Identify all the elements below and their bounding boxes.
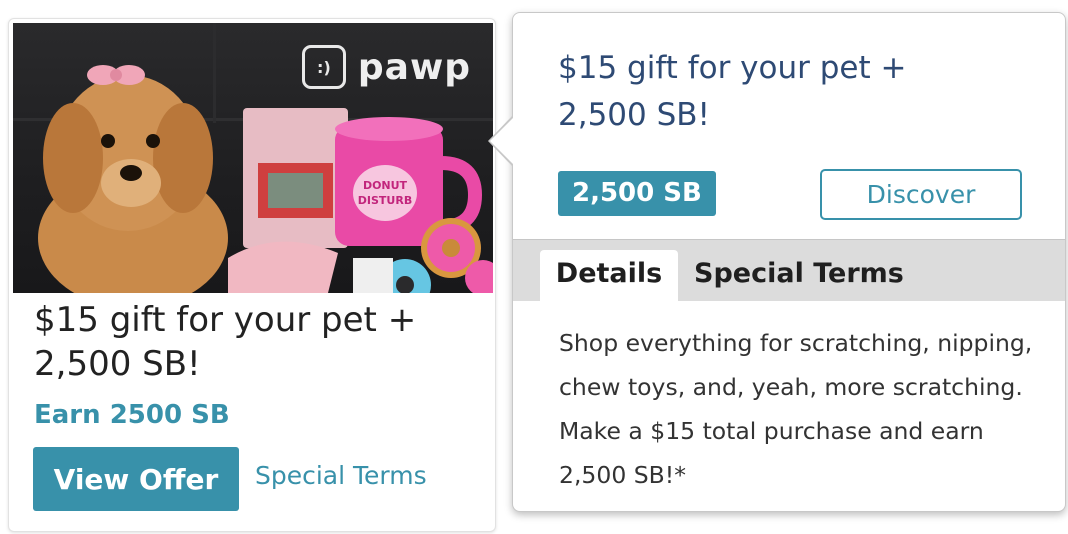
tab-special-terms[interactable]: Special Terms (694, 250, 904, 302)
mug-text-line1: DONUT (363, 179, 408, 192)
pawp-logo-icon: :) (301, 45, 346, 89)
offer-card[interactable]: DONUT DISTURB :) pawp $15 gift for your … (8, 18, 496, 532)
pawp-logo-text: pawp (357, 46, 471, 88)
special-terms-link[interactable]: Special Terms (255, 461, 427, 490)
details-description: Shop everything for scratching, nipping,… (559, 329, 1033, 489)
view-offer-button[interactable]: View Offer (33, 447, 239, 511)
offer-title: $15 gift for your pet + 2,500 SB! (34, 300, 417, 384)
offer-details-popover: $15 gift for your pet + 2,500 SB! 2,500 … (488, 12, 1066, 512)
sb-points-badge: 2,500 SB (558, 171, 716, 216)
popover-title: $15 gift for your pet + 2,500 SB! (558, 50, 907, 133)
tab-details[interactable]: Details (540, 250, 678, 302)
discover-button[interactable]: Discover (820, 169, 1022, 220)
offer-hero-image[interactable]: DONUT DISTURB :) pawp (13, 23, 493, 293)
popover-arrow-fill (490, 117, 514, 165)
earn-points-label: Earn 2500 SB (34, 400, 230, 430)
mug-text-line2: DISTURB (358, 194, 412, 207)
pawp-logo: :) pawp (301, 45, 471, 89)
popover-tabbar: Details Special Terms (513, 239, 1065, 302)
